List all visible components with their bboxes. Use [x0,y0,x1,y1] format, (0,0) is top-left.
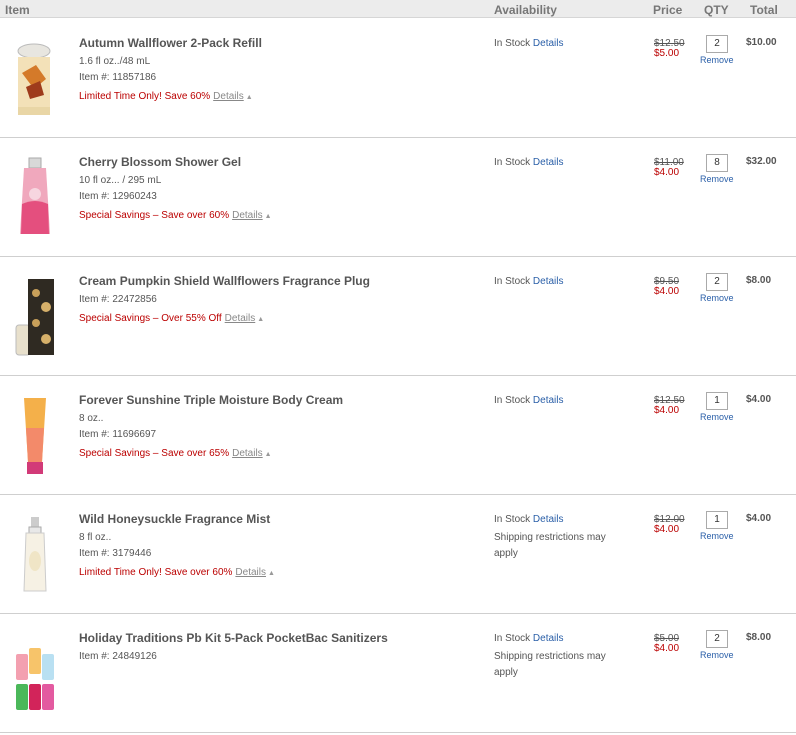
sale-price: $4.00 [654,524,680,535]
remove-link[interactable]: Remove [700,650,734,660]
fragrance-mist-bottle-image[interactable] [12,511,58,597]
wallflower-refill-image[interactable] [12,35,58,121]
cart-table-header: Item Availability Price QTY Total [0,0,796,18]
product-size: 10 fl oz... / 295 mL [79,175,162,186]
item-number: Item #: 24849126 [79,651,157,662]
product-size: 8 fl oz.. [79,532,112,543]
availability-details-link[interactable]: Details [533,514,564,525]
column-header-price: Price [653,3,683,17]
remove-link[interactable]: Remove [700,531,734,541]
availability-status: In Stock Details [494,38,564,49]
cart-row: Wild Honeysuckle Fragrance Mist 8 fl oz.… [0,495,796,614]
caret-up-icon: ▲ [245,94,253,101]
promo-label: Special Savings – Over 55% Off [79,313,222,324]
sale-price: $5.00 [654,48,680,59]
caret-up-icon: ▲ [267,570,275,577]
column-header-total: Total [750,3,778,17]
promo-text: Limited Time Only! Save over 60% Details ▲ [79,567,275,578]
remove-link[interactable]: Remove [700,174,734,184]
line-total: $10.00 [746,37,777,48]
promo-details-link[interactable]: Details [225,313,256,324]
product-name[interactable]: Cherry Blossom Shower Gel [79,155,241,169]
promo-text: Special Savings – Save over 65% Details ▲ [79,448,272,459]
line-total: $4.00 [746,513,772,524]
promo-text: Special Savings – Save over 60% Details ▲ [79,210,272,221]
availability-details-link[interactable]: Details [533,633,564,644]
sale-price: $4.00 [654,167,680,178]
sale-price: $4.00 [654,643,680,654]
caret-up-icon: ▲ [264,213,272,220]
shipping-restriction-note: Shipping restrictions may apply [494,651,606,678]
availability-status: In Stock Details [494,395,564,406]
availability-details-link[interactable]: Details [533,38,564,49]
availability-status: In Stock Details [494,514,564,525]
pocketbac-sanitizers-image[interactable] [12,630,58,716]
item-number: Item #: 3179446 [79,548,152,559]
promo-details-link[interactable]: Details [232,448,263,459]
promo-label: Special Savings – Save over 65% [79,448,230,459]
column-header-item: Item [5,3,30,17]
quantity-input[interactable]: 2 [706,630,728,648]
product-size: 8 oz.. [79,413,104,424]
caret-up-icon: ▲ [257,316,265,323]
line-total: $8.00 [746,275,772,286]
remove-link[interactable]: Remove [700,293,734,303]
item-number: Item #: 12960243 [79,191,157,202]
line-total: $32.00 [746,156,777,167]
availability-details-link[interactable]: Details [533,276,564,287]
cart-row: Forever Sunshine Triple Moisture Body Cr… [0,376,796,495]
line-total: $4.00 [746,394,772,405]
column-header-qty: QTY [704,3,729,17]
product-name[interactable]: Holiday Traditions Pb Kit 5-Pack PocketB… [79,631,388,645]
product-size: 1.6 fl oz../48 mL [79,56,151,67]
sale-price: $4.00 [654,286,680,297]
quantity-input[interactable]: 1 [706,392,728,410]
item-number: Item #: 22472856 [79,294,157,305]
in-stock-label: In Stock [494,157,531,168]
line-total: $8.00 [746,632,772,643]
shower-gel-bottle-image[interactable] [12,154,58,240]
product-name[interactable]: Wild Honeysuckle Fragrance Mist [79,512,270,526]
caret-up-icon: ▲ [264,451,272,458]
cart-row: Cream Pumpkin Shield Wallflowers Fragran… [0,257,796,376]
promo-text: Limited Time Only! Save 60% Details ▲ [79,91,253,102]
promo-label: Special Savings – Save over 60% [79,210,230,221]
remove-link[interactable]: Remove [700,412,734,422]
availability-status: In Stock Details [494,157,564,168]
body-cream-tube-image[interactable] [12,392,58,478]
promo-details-link[interactable]: Details [232,210,263,221]
cart-row: Cherry Blossom Shower Gel 10 fl oz... / … [0,138,796,257]
fragrance-plug-image[interactable] [12,273,58,359]
cart-row: Autumn Wallflower 2-Pack Refill 1.6 fl o… [0,19,796,138]
item-number: Item #: 11857186 [79,72,157,83]
promo-details-link[interactable]: Details [213,91,244,102]
cart-row: Holiday Traditions Pb Kit 5-Pack PocketB… [0,614,796,733]
item-number: Item #: 11696697 [79,429,157,440]
product-name[interactable]: Cream Pumpkin Shield Wallflowers Fragran… [79,274,370,288]
remove-link[interactable]: Remove [700,55,734,65]
in-stock-label: In Stock [494,276,531,287]
in-stock-label: In Stock [494,514,531,525]
promo-label: Limited Time Only! Save 60% [79,91,211,102]
in-stock-label: In Stock [494,633,531,644]
in-stock-label: In Stock [494,395,531,406]
promo-text: Special Savings – Over 55% Off Details ▲ [79,313,264,324]
product-name[interactable]: Forever Sunshine Triple Moisture Body Cr… [79,393,343,407]
promo-details-link[interactable]: Details [235,567,266,578]
quantity-input[interactable]: 2 [706,273,728,291]
availability-status: In Stock Details [494,633,564,644]
availability-details-link[interactable]: Details [533,157,564,168]
column-header-availability: Availability [494,3,557,17]
shipping-restriction-note: Shipping restrictions may apply [494,532,606,559]
availability-status: In Stock Details [494,276,564,287]
product-name[interactable]: Autumn Wallflower 2-Pack Refill [79,36,262,50]
quantity-input[interactable]: 1 [706,511,728,529]
promo-label: Limited Time Only! Save over 60% [79,567,233,578]
quantity-input[interactable]: 2 [706,35,728,53]
quantity-input[interactable]: 8 [706,154,728,172]
in-stock-label: In Stock [494,38,531,49]
sale-price: $4.00 [654,405,680,416]
availability-details-link[interactable]: Details [533,395,564,406]
